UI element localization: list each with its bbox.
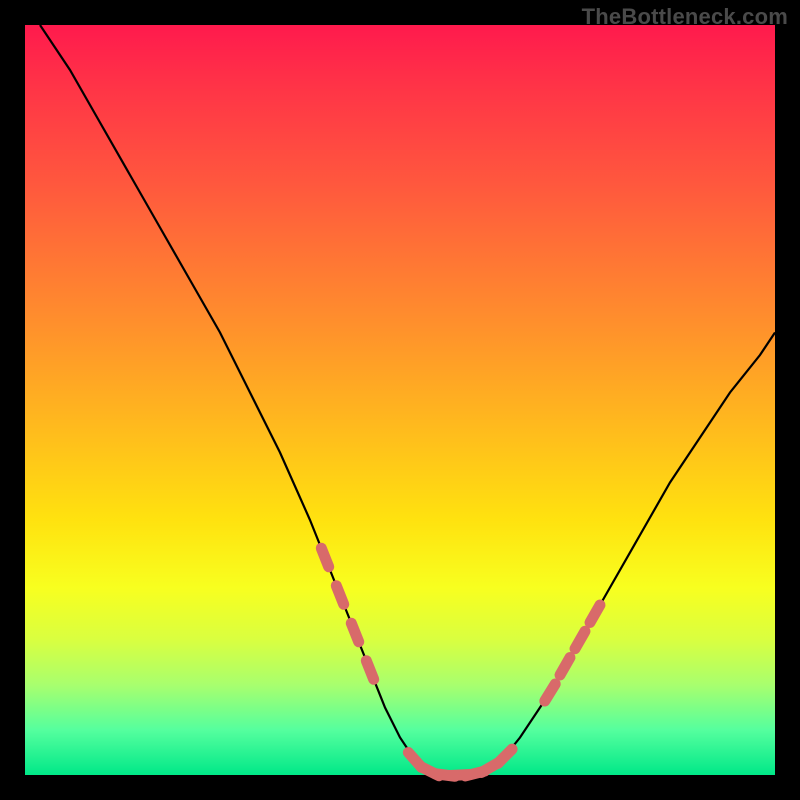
highlight-dot	[498, 749, 512, 763]
highlight-dot	[336, 586, 343, 605]
highlight-dot	[575, 631, 585, 648]
highlight-dot	[545, 684, 555, 701]
chart-frame: TheBottleneck.com	[0, 0, 800, 800]
bottleneck-curve	[40, 25, 775, 775]
highlight-dot	[351, 623, 358, 642]
highlight-dot	[560, 658, 570, 675]
highlight-dot	[321, 548, 328, 567]
curve-svg	[25, 25, 775, 775]
watermark-text: TheBottleneck.com	[582, 4, 788, 30]
highlight-dot	[590, 605, 600, 622]
highlight-dots	[321, 548, 600, 776]
highlight-dot	[366, 661, 373, 680]
plot-area	[25, 25, 775, 775]
